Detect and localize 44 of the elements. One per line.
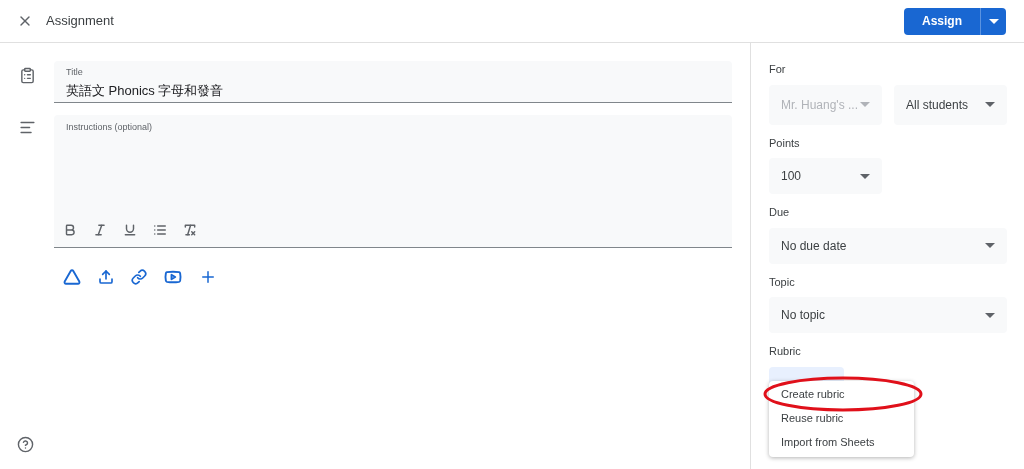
clear-format-icon <box>183 223 197 237</box>
italic-icon <box>93 223 107 237</box>
triangle-icon <box>63 268 81 286</box>
italic-button[interactable] <box>92 222 108 238</box>
caret-icon <box>860 173 870 179</box>
text-lines-icon <box>18 119 36 136</box>
add-button[interactable] <box>199 268 217 286</box>
caret-icon <box>985 102 995 107</box>
field-label: Rubric <box>769 344 802 359</box>
caret-icon <box>985 312 995 318</box>
underline-button[interactable] <box>122 222 138 238</box>
help-icon <box>17 436 34 453</box>
bulleted-list-button[interactable] <box>152 222 168 238</box>
field-label: Due <box>769 205 791 220</box>
menu-item[interactable]: Reuse rubric <box>769 406 914 431</box>
dropdown[interactable]: 100 <box>769 158 882 194</box>
dropdown[interactable]: No topic <box>769 297 1007 333</box>
window-title: Assignment <box>46 12 114 31</box>
dropdown[interactable]: All students <box>894 84 1007 125</box>
play-icon <box>164 268 182 286</box>
assign-button[interactable]: Assign <box>904 7 981 35</box>
dropdown[interactable]: No due date <box>769 227 1007 264</box>
assign-options-button[interactable] <box>981 7 1006 35</box>
help-button[interactable] <box>17 436 34 453</box>
caret-icon <box>988 18 999 24</box>
bold-icon <box>63 223 77 237</box>
title-field[interactable]: Title 英語文 Phonics 字母和發音 <box>54 61 732 103</box>
drive-button[interactable] <box>63 268 81 286</box>
underline-icon <box>123 223 137 237</box>
upload-button[interactable] <box>98 269 114 285</box>
caret-icon <box>860 102 870 107</box>
field-label: For <box>769 62 787 77</box>
clear-format-button[interactable] <box>182 222 198 238</box>
link-icon <box>131 269 147 285</box>
field-label: Points <box>769 135 801 151</box>
bulleted-list-icon <box>153 223 167 237</box>
caret-icon <box>985 243 995 248</box>
link-button[interactable] <box>131 269 147 285</box>
video-button[interactable] <box>164 268 182 286</box>
plus-icon <box>199 268 217 286</box>
clipboard-icon <box>18 67 36 84</box>
field-label: Topic <box>769 274 796 290</box>
upload-icon <box>98 269 114 285</box>
menu-item[interactable]: Import from Sheets <box>769 430 914 455</box>
